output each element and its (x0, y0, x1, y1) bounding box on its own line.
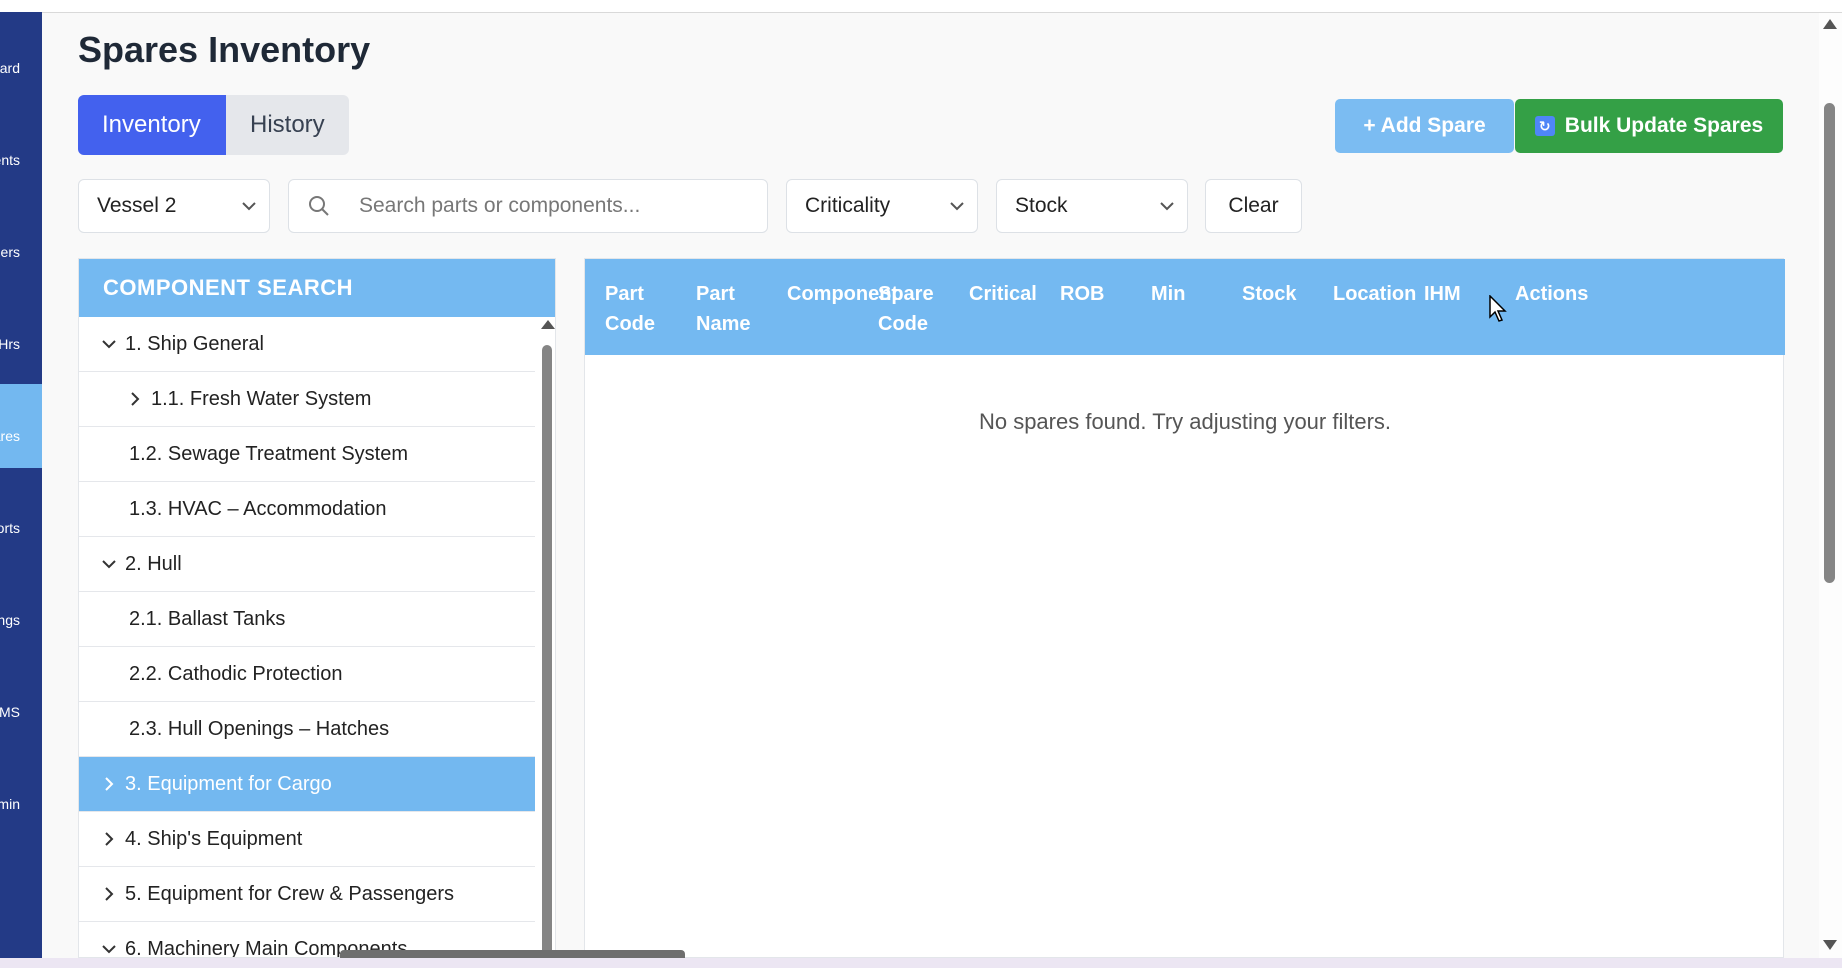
sidebar-item-label: Dashboard (0, 60, 20, 76)
view-tabs: Inventory History (78, 95, 349, 155)
page-scrollbar-thumb[interactable] (1824, 103, 1835, 583)
scroll-up-arrow-icon[interactable] (1823, 19, 1837, 29)
tree-item[interactable]: 2. Hull (79, 537, 535, 592)
tree-item[interactable]: 4. Ship's Equipment (79, 812, 535, 867)
column-header[interactable]: Part Name (696, 279, 766, 339)
tree-item[interactable]: 2.1. Ballast Tanks (79, 592, 535, 647)
sidebar-item-label: Spares (0, 428, 20, 444)
sidebar-item-label: CMS (0, 704, 20, 720)
tree-item[interactable]: 1.1. Fresh Water System (79, 372, 535, 427)
tree-item[interactable]: 3. Equipment for Cargo (79, 757, 535, 812)
bottom-bar (0, 958, 1842, 968)
vessel-select-value: Vessel 2 (97, 194, 177, 217)
tree-item[interactable]: 5. Equipment for Crew & Passengers (79, 867, 535, 922)
horizontal-scrollbar-thumb[interactable] (340, 950, 685, 958)
sidebar-item-label: Reports (0, 520, 20, 536)
table-header: Part Code Part Name Component Spare Code Cri… (585, 259, 1785, 355)
sidebar-item-work-orders[interactable]: Work Orders (0, 208, 42, 292)
tree-item-label: 3. Equipment for Cargo (125, 772, 332, 795)
chevron-right-icon[interactable] (93, 777, 125, 791)
column-header[interactable]: Part Code (605, 279, 675, 339)
bulk-update-label: Bulk Update Spares (1564, 114, 1764, 137)
tab-history[interactable]: History (226, 95, 349, 155)
chevron-down-icon (229, 201, 269, 211)
tree-item-label: 2.3. Hull Openings – Hatches (129, 717, 390, 740)
sidebar-item-label: Work Orders (0, 244, 20, 260)
search-icon (289, 195, 349, 217)
bulk-update-spares-button[interactable]: ↻ Bulk Update Spares (1515, 99, 1783, 153)
component-search-panel: COMPONENT SEARCH 1. Ship General 1.1. Fre… (78, 258, 556, 965)
tree-item-label: 2.1. Ballast Tanks (129, 607, 286, 630)
search-input[interactable]: Search parts or components... (349, 194, 640, 218)
sidebar-item-dashboard[interactable]: Dashboard (0, 24, 42, 108)
chevron-down-icon[interactable] (93, 559, 125, 569)
scroll-up-arrow-icon[interactable] (541, 320, 555, 329)
sidebar-item-label: Admin (0, 796, 20, 812)
criticality-select[interactable]: Criticality (786, 179, 978, 233)
tree-item[interactable]: 1. Ship General (79, 317, 535, 372)
tree-item-label: 1.1. Fresh Water System (151, 387, 372, 410)
chevron-right-icon[interactable] (119, 392, 151, 406)
sidebar: Dashboard Components Work Orders Running… (0, 12, 42, 958)
sidebar-item-cms[interactable]: CMS (0, 668, 42, 752)
spares-table: Part Code Part Name Component Spare Code Cri… (584, 258, 1785, 958)
tree-item-label: 5. Equipment for Crew & Passengers (125, 882, 455, 905)
stock-select-value: Stock (1015, 194, 1068, 217)
tree-item[interactable]: 2.2. Cathodic Protection (79, 647, 535, 702)
scroll-down-arrow-icon[interactable] (1823, 940, 1837, 950)
clear-filters-button[interactable]: Clear (1205, 179, 1302, 233)
tree-item[interactable]: 1.3. HVAC – Accommodation (79, 482, 535, 537)
tree-item-label: 1.2. Sewage Treatment System (129, 442, 409, 465)
component-tree: 1. Ship General 1.1. Fresh Water System 1.… (79, 317, 535, 957)
component-search-title: COMPONENT SEARCH (79, 259, 555, 317)
tab-inventory[interactable]: Inventory (78, 95, 226, 155)
chevron-down-icon[interactable] (93, 944, 125, 954)
sidebar-item-reports[interactable]: Reports (0, 484, 42, 568)
tree-item[interactable]: 1.2. Sewage Treatment System (79, 427, 535, 482)
refresh-icon: ↻ (1534, 116, 1555, 136)
criticality-select-value: Criticality (805, 194, 891, 217)
vessel-select[interactable]: Vessel 2 (78, 179, 270, 233)
column-header[interactable]: Actions (1515, 279, 1625, 309)
tree-item[interactable]: 2.3. Hull Openings – Hatches (79, 702, 535, 757)
sidebar-item-label: Settings (0, 612, 20, 628)
sidebar-item-running-hrs[interactable]: Running Hrs (0, 300, 42, 384)
stock-select[interactable]: Stock (996, 179, 1188, 233)
mouse-cursor-icon (1489, 294, 1507, 328)
page-scrollbar[interactable] (1819, 13, 1842, 958)
tree-scrollbar-thumb[interactable] (542, 345, 552, 965)
tree-item-label: 4. Ship's Equipment (125, 827, 303, 850)
search-field[interactable]: Search parts or components... (288, 179, 768, 233)
sidebar-item-label: Running Hrs (0, 336, 20, 352)
sidebar-item-components[interactable]: Components (0, 116, 42, 200)
chevron-right-icon[interactable] (93, 887, 125, 901)
sidebar-item-spares[interactable]: Spares (0, 384, 42, 468)
tree-item-label: 1.3. HVAC – Accommodation (129, 497, 387, 520)
add-spare-button[interactable]: + Add Spare (1335, 99, 1514, 153)
sidebar-item-admin[interactable]: Admin (0, 760, 42, 844)
sidebar-item-settings[interactable]: Settings (0, 576, 42, 660)
chevron-down-icon (1147, 201, 1187, 211)
chevron-down-icon[interactable] (93, 339, 125, 349)
tree-item-label: 1. Ship General (125, 332, 264, 355)
chevron-right-icon[interactable] (93, 832, 125, 846)
tree-item-label: 2.2. Cathodic Protection (129, 662, 343, 685)
column-header[interactable]: Spare Code (878, 279, 948, 339)
tree-scrollbar[interactable] (537, 317, 555, 965)
chevron-down-icon (937, 201, 977, 211)
page-title: Spares Inventory (78, 29, 371, 70)
empty-state-message: No spares found. Try adjusting your filt… (978, 409, 1392, 434)
sidebar-item-label: Components (0, 152, 20, 168)
tree-item-label: 2. Hull (125, 552, 182, 575)
main-content: Spares Inventory Inventory History + Add… (42, 13, 1819, 965)
